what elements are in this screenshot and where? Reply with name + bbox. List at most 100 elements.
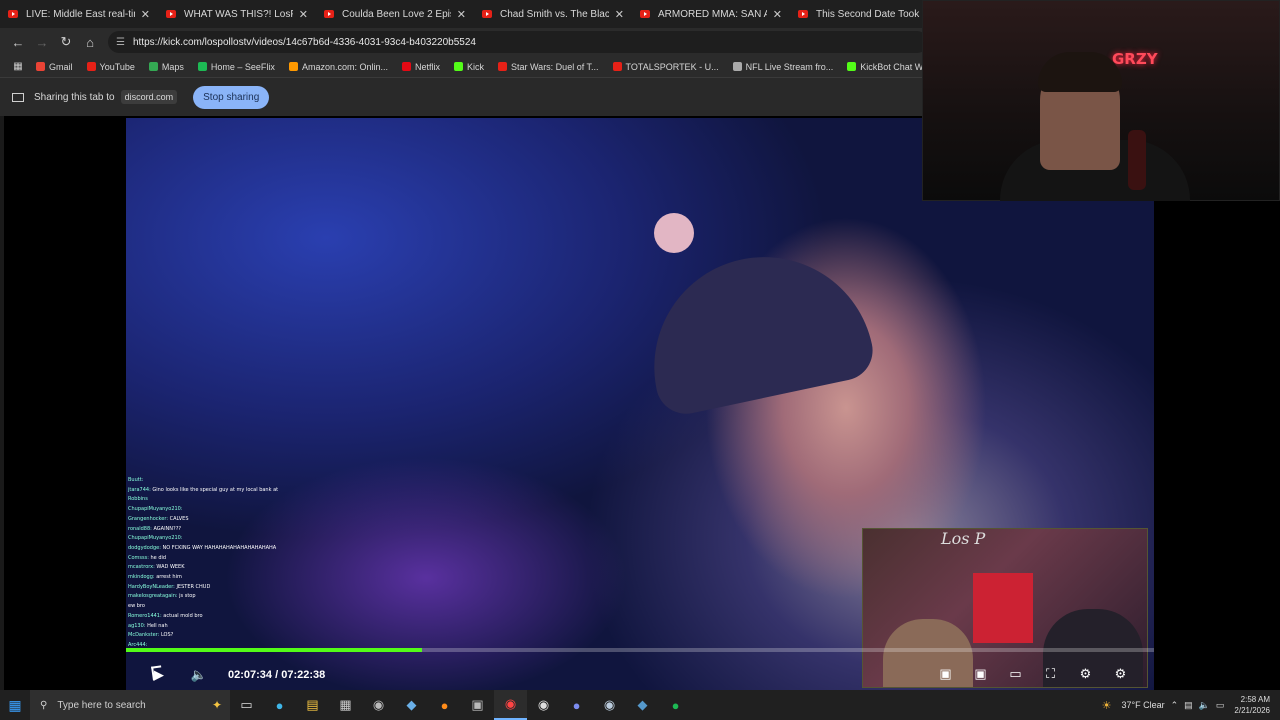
bookmark-item[interactable]: Amazon.com: Onlin... bbox=[288, 62, 388, 72]
calculator-icon[interactable]: ▦ bbox=[329, 690, 362, 720]
browser-tab[interactable]: ARMORED MMA: SAN ANTONIO ✕ bbox=[632, 0, 790, 28]
tab-title: Chad Smith vs. The Black Sabbath bbox=[500, 8, 609, 20]
windows-taskbar: ▦ ⚲ Type here to search ✦ ▭ ● ▤ ▦ ◉ ◆ ● … bbox=[0, 690, 1280, 720]
apps-grid-icon[interactable]: ▦ bbox=[6, 55, 30, 79]
pip-poster bbox=[973, 573, 1033, 643]
chat-username: ChupapiMuyanyo210: bbox=[128, 506, 183, 513]
youtube-icon bbox=[324, 10, 334, 18]
edge-icon[interactable]: ● bbox=[263, 690, 296, 720]
bookmark-item[interactable]: Maps bbox=[148, 62, 184, 72]
close-tab-icon[interactable]: ✕ bbox=[141, 8, 150, 21]
chat-username: mkindogg: bbox=[128, 574, 155, 581]
chat-username: Grangenhocker: bbox=[128, 515, 169, 522]
firefox-icon[interactable]: ● bbox=[428, 690, 461, 720]
settings-icon[interactable]: ⚙ bbox=[1103, 662, 1138, 686]
bookmark-label: Netflix bbox=[414, 61, 440, 72]
volume-icon[interactable]: 🔈 bbox=[184, 663, 214, 687]
pip-icon[interactable]: ▣ bbox=[928, 662, 963, 686]
browser-tab[interactable]: WHAT WAS THIS?! LosPollosTV ✕ bbox=[158, 0, 316, 28]
bookmark-favicon-icon bbox=[498, 62, 508, 71]
share-text: Sharing this tab to bbox=[34, 91, 115, 103]
steam-icon[interactable]: ◉ bbox=[593, 690, 626, 720]
bookmark-item[interactable]: Kick bbox=[454, 62, 484, 72]
windows-start-icon[interactable]: ▦ bbox=[0, 690, 30, 720]
bookmark-favicon-icon bbox=[197, 62, 207, 71]
site-info-icon[interactable]: ☰ bbox=[116, 37, 125, 48]
chat-username: jtara744: bbox=[128, 486, 151, 493]
address-bar[interactable]: ☰ https://kick.com/lospollostv/videos/14… bbox=[108, 31, 928, 53]
browser-tab[interactable]: LIVE: Middle East real-time cam ✕ bbox=[0, 0, 158, 28]
chrome-icon[interactable]: ◉ bbox=[494, 690, 527, 720]
bookmark-favicon-icon bbox=[847, 62, 857, 71]
left-edge bbox=[0, 116, 4, 690]
reload-icon[interactable]: ↻ bbox=[54, 30, 78, 54]
theater-mode-icon[interactable]: ▭ bbox=[998, 662, 1033, 686]
taskbar-search-placeholder: Type here to search bbox=[57, 699, 146, 711]
address-url: https://kick.com/lospollostv/videos/14c6… bbox=[132, 36, 476, 48]
close-tab-icon[interactable]: ✕ bbox=[457, 8, 466, 21]
bookmark-item[interactable]: TOTALSPORTEK - U... bbox=[612, 62, 719, 72]
app-icon-1[interactable]: ◉ bbox=[362, 690, 395, 720]
battery-icon[interactable]: ▭ bbox=[1216, 700, 1225, 711]
back-icon[interactable]: ← bbox=[6, 30, 30, 54]
app-icon-3[interactable]: ▣ bbox=[461, 690, 494, 720]
app-icon-2[interactable]: ◆ bbox=[395, 690, 428, 720]
chat-username: Romero1441: bbox=[128, 612, 162, 619]
youtube-icon bbox=[8, 10, 18, 18]
bookmark-label: Gmail bbox=[49, 61, 73, 72]
system-tray: ☀ 37°F Clear ⌃ ▤ 🔈 ▭ 2:58 AM 2/21/2026 bbox=[1096, 694, 1280, 716]
tab-title: ARMORED MMA: SAN ANTONIO bbox=[658, 8, 767, 20]
chat-text: ew bro bbox=[128, 603, 145, 610]
chat-username: Buutt: bbox=[128, 477, 144, 483]
volume-tray-icon[interactable]: 🔈 bbox=[1199, 700, 1210, 711]
tray-chevron-icon[interactable]: ⌃ bbox=[1171, 700, 1179, 711]
clip-icon[interactable]: ▣ bbox=[963, 662, 998, 686]
browser-tab[interactable]: Coulda Been Love 2 Episode 2 ✕ bbox=[316, 0, 474, 28]
task-view-icon[interactable]: ▭ bbox=[230, 690, 263, 720]
clock-time: 2:58 AM bbox=[1240, 695, 1270, 704]
chat-message: dodgydodge: NO FCKING WAY HAHAHAHAHAHAHA… bbox=[128, 544, 328, 554]
fullscreen-icon[interactable]: ⛶ bbox=[1033, 662, 1068, 686]
speed-icon[interactable]: ⚙ bbox=[1068, 662, 1103, 686]
forward-icon[interactable]: → bbox=[30, 30, 54, 54]
taskbar-search[interactable]: ⚲ Type here to search ✦ bbox=[30, 690, 230, 720]
discord-icon[interactable]: ● bbox=[560, 690, 593, 720]
system-clock[interactable]: 2:58 AM 2/21/2026 bbox=[1234, 694, 1270, 716]
bookmark-list: Gmail YouTube Maps Home – SeeFlix Amazon.com… bbox=[36, 62, 1012, 72]
sparkle-icon[interactable]: ✦ bbox=[212, 698, 222, 712]
bookmark-favicon-icon bbox=[732, 62, 742, 71]
stop-sharing-button[interactable]: Stop sharing bbox=[193, 85, 270, 109]
tab-title: This Second Date Took a Tur bbox=[816, 8, 925, 20]
bookmark-item[interactable]: Star Wars: Duel of T... bbox=[498, 62, 599, 72]
chat-message: Comsss: he did bbox=[128, 554, 328, 564]
bookmark-item[interactable]: NFL Live Stream fro... bbox=[732, 62, 833, 72]
obs-icon[interactable]: ◉ bbox=[527, 690, 560, 720]
close-tab-icon[interactable]: ✕ bbox=[299, 8, 308, 21]
chat-username: makelosgreatagain: bbox=[128, 593, 178, 600]
paint-icon[interactable]: ◆ bbox=[626, 690, 659, 720]
chat-text: LOS? bbox=[160, 632, 174, 639]
browser-tab[interactable]: Chad Smith vs. The Black Sabbath ✕ bbox=[474, 0, 632, 28]
chat-text: WAD WEEK bbox=[156, 564, 185, 571]
mouse-cursor-icon bbox=[151, 665, 163, 681]
bookmark-favicon-icon bbox=[401, 62, 411, 71]
spotify-icon[interactable]: ● bbox=[659, 690, 692, 720]
bookmark-item[interactable]: Home – SeeFlix bbox=[197, 61, 275, 72]
chat-message: HardyBoyNLeader: JESTER CHUD bbox=[128, 583, 328, 593]
bookmark-label: Home – SeeFlix bbox=[210, 61, 275, 72]
network-icon[interactable]: ▤ bbox=[1184, 700, 1193, 711]
close-tab-icon[interactable]: ✕ bbox=[615, 8, 624, 21]
time-separator: / bbox=[275, 669, 279, 681]
chat-text: he did bbox=[150, 554, 167, 561]
file-explorer-icon[interactable]: ▤ bbox=[296, 690, 329, 720]
chat-overlay: Buutt: jtara744: Gino looks like the spe… bbox=[128, 476, 328, 651]
chat-message: ChupapiMuyanyo210: bbox=[128, 534, 328, 544]
home-icon[interactable]: ⌂ bbox=[78, 30, 102, 54]
youtube-icon bbox=[482, 10, 492, 18]
bookmark-item[interactable]: YouTube bbox=[86, 62, 135, 72]
bookmark-item[interactable]: Netflix bbox=[401, 61, 440, 72]
player-right-controls: ▣ ▣ ▭ ⛶ ⚙ ⚙ bbox=[928, 662, 1138, 686]
video-progress-bar[interactable] bbox=[126, 648, 1154, 652]
close-tab-icon[interactable]: ✕ bbox=[773, 8, 782, 21]
bookmark-item[interactable]: Gmail bbox=[36, 62, 73, 72]
